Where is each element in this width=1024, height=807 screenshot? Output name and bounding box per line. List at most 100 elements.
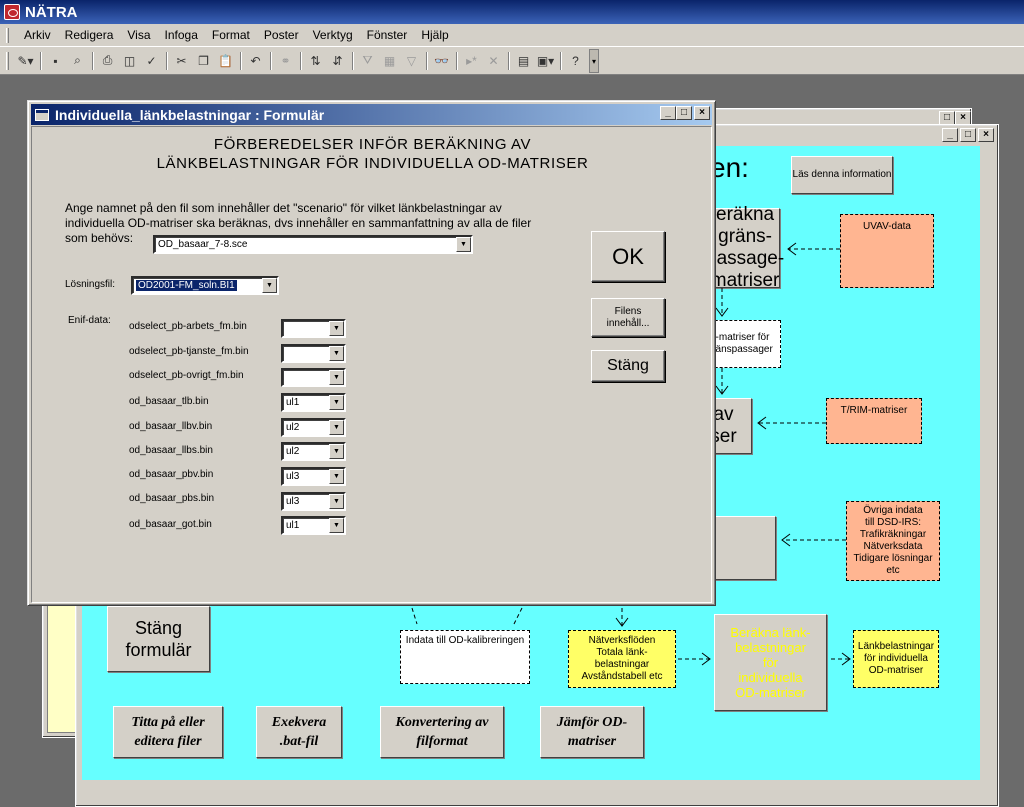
menu-format[interactable]: Format — [205, 28, 257, 42]
dialog-close-icon[interactable]: × — [694, 106, 710, 120]
print-preview-icon[interactable]: ◫ — [119, 50, 140, 71]
menu-poster[interactable]: Poster — [257, 28, 306, 42]
find-icon[interactable]: 👓 — [431, 50, 452, 71]
menu-visa[interactable]: Visa — [120, 28, 157, 42]
enif-select[interactable]: ul1 ▼ — [281, 393, 346, 412]
chevron-down-icon[interactable]: ▼ — [329, 494, 344, 509]
insert-hyperlink-icon[interactable]: ⚭ — [275, 50, 296, 71]
new-record-icon[interactable]: ▸* — [461, 50, 482, 71]
menu-fonster[interactable]: Fönster — [360, 28, 415, 42]
sort-ascending-icon[interactable]: ⇅ — [305, 50, 326, 71]
database-window-icon[interactable]: ▤ — [513, 50, 534, 71]
flow-win-close-icon[interactable]: × — [978, 128, 994, 142]
chevron-down-icon[interactable]: ▼ — [329, 420, 344, 435]
dialog-heading-line2: LÄNKBELASTNINGAR FÖR INDIVIDUELLA OD-MAT… — [156, 155, 589, 172]
copy-icon[interactable]: ❐ — [193, 50, 214, 71]
enif-select-value: ul3 — [286, 471, 300, 482]
chevron-down-icon[interactable]: ▼ — [329, 395, 344, 410]
dialog-maximize-icon[interactable]: □ — [676, 106, 692, 120]
filter-by-form-icon[interactable]: ▦ — [379, 50, 400, 71]
losningsfil-combo[interactable]: OD2001-FM_soln.BI1 ▼ — [131, 276, 279, 295]
menu-redigera[interactable]: Redigera — [58, 28, 121, 42]
enif-select[interactable]: ▼ — [281, 368, 346, 387]
losningsfil-dropdown-icon[interactable]: ▼ — [262, 278, 277, 293]
enif-select-value: ul1 — [286, 520, 300, 531]
cut-icon[interactable]: ✂ — [171, 50, 192, 71]
new-object-icon[interactable]: ▣▾ — [535, 50, 556, 71]
sort-descending-icon[interactable]: ⇵ — [327, 50, 348, 71]
menu-hjalp[interactable]: Hjälp — [414, 28, 455, 42]
save-icon[interactable]: ▪ — [45, 50, 66, 71]
chevron-down-icon[interactable]: ▼ — [329, 469, 344, 484]
enif-select[interactable]: ul3 ▼ — [281, 492, 346, 511]
enif-select-value: ul1 — [286, 397, 300, 408]
menu-verktyg[interactable]: Verktyg — [306, 28, 360, 42]
menu-infoga[interactable]: Infoga — [158, 28, 205, 42]
app-titlebar: NÄTRA — [0, 0, 1024, 24]
dialog-minimize-icon[interactable]: _ — [660, 106, 676, 120]
spelling-icon[interactable]: ✓ — [141, 50, 162, 71]
toolbar-options-icon[interactable]: ▾ — [589, 48, 599, 73]
toolbar-grip[interactable] — [6, 51, 9, 70]
app-logo-icon — [4, 4, 20, 20]
chevron-down-icon[interactable]: ▼ — [329, 370, 344, 385]
arrow-left-diag — [411, 607, 418, 625]
stang-button[interactable]: Stäng — [591, 350, 665, 382]
scenario-file-value: OD_basaar_7-8.sce — [158, 239, 248, 250]
menubar-grip[interactable] — [6, 27, 9, 43]
description-line2: individuella OD-matriser ska beräknas, d… — [65, 216, 532, 230]
dialog-body: FÖRBEREDELSER INFÖR BERÄKNING AV LÄNKBEL… — [31, 126, 712, 603]
bg-win-close-icon[interactable]: × — [955, 111, 971, 125]
losningsfil-label: Lösningsfil: — [65, 279, 116, 290]
menu-bar: Arkiv Redigera Visa Infoga Format Poster… — [0, 24, 1024, 47]
description-line1: Ange namnet på den fil som innehåller de… — [65, 201, 502, 215]
enif-select-value: ul2 — [286, 422, 300, 433]
form-icon — [35, 108, 49, 121]
enif-file-label: odselect_pb-ovrigt_fm.bin — [129, 370, 244, 381]
enif-select[interactable]: ul1 ▼ — [281, 516, 346, 535]
chevron-down-icon[interactable]: ▼ — [329, 444, 344, 459]
delete-record-icon[interactable]: ✕ — [483, 50, 504, 71]
enif-select-value: ul2 — [286, 446, 300, 457]
menu-arkiv[interactable]: Arkiv — [17, 28, 58, 42]
arrow-right-diag — [513, 607, 523, 625]
losningsfil-value: OD2001-FM_soln.BI1 — [135, 279, 238, 292]
enif-select[interactable]: ▼ — [281, 344, 346, 363]
toolbar: ✎▾ ▪ ⌕ ⎙ ◫ ✓ ✂ ❐ 📋 ↶ ⚭ ⇅ ⇵ ⛛ ▦ ▽ 👓 ▸* ✕ … — [0, 47, 1024, 75]
chevron-down-icon[interactable]: ▼ — [329, 346, 344, 361]
enif-file-label: od_basaar_got.bin — [129, 519, 212, 530]
enif-file-label: od_basaar_pbs.bin — [129, 493, 215, 504]
enif-select[interactable]: ul3 ▼ — [281, 467, 346, 486]
enif-select[interactable]: ul2 ▼ — [281, 442, 346, 461]
help-icon[interactable]: ? — [565, 50, 586, 71]
bg-win-maximize-icon[interactable]: □ — [939, 111, 955, 125]
ok-button[interactable]: OK — [591, 231, 665, 282]
apply-filter-icon[interactable]: ▽ — [401, 50, 422, 71]
enif-select[interactable]: ▼ — [281, 319, 346, 338]
filens-innehall-button[interactable]: Filens innehåll... — [591, 298, 665, 337]
enif-file-label: od_basaar_pbv.bin — [129, 469, 214, 480]
scenario-dropdown-icon[interactable]: ▼ — [456, 237, 471, 252]
filter-by-selection-icon[interactable]: ⛛ — [357, 50, 378, 71]
enif-file-label: od_basaar_tlb.bin — [129, 396, 209, 407]
enif-select[interactable]: ul2 ▼ — [281, 418, 346, 437]
dialog-heading-line1: FÖRBEREDELSER INFÖR BERÄKNING AV — [213, 136, 532, 153]
design-view-icon[interactable]: ✎▾ — [15, 50, 36, 71]
search-file-icon[interactable]: ⌕ — [67, 50, 88, 71]
enif-data-label: Enif-data: — [68, 315, 111, 326]
dialog-titlebar[interactable]: Individuella_länkbelastningar : Formulär — [31, 104, 712, 125]
app-title: NÄTRA — [25, 3, 78, 21]
enif-file-label: odselect_pb-tjanste_fm.bin — [129, 346, 249, 357]
enif-select-value: ul3 — [286, 496, 300, 507]
chevron-down-icon[interactable]: ▼ — [329, 321, 344, 336]
print-icon[interactable]: ⎙ — [97, 50, 118, 71]
undo-icon[interactable]: ↶ — [245, 50, 266, 71]
flow-win-maximize-icon[interactable]: □ — [960, 128, 976, 142]
chevron-down-icon[interactable]: ▼ — [329, 518, 344, 533]
paste-icon[interactable]: 📋 — [215, 50, 236, 71]
enif-file-label: od_basaar_llbs.bin — [129, 445, 213, 456]
scenario-file-combo[interactable]: OD_basaar_7-8.sce ▼ — [153, 235, 473, 254]
description-line3: som behövs: — [65, 231, 134, 245]
flow-win-minimize-icon[interactable]: _ — [942, 128, 958, 142]
individuella-lankbelastningar-dialog[interactable]: Individuella_länkbelastningar : Formulär… — [27, 100, 716, 606]
